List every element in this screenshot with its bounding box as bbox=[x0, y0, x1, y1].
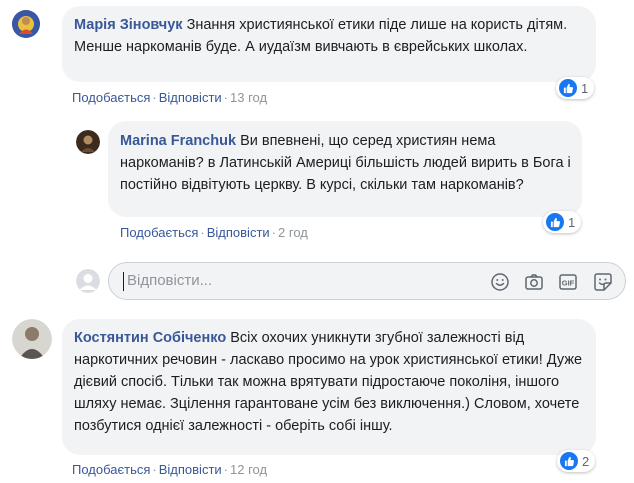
like-link[interactable]: Подобається bbox=[72, 90, 150, 105]
like-count-badge[interactable]: 1 bbox=[556, 77, 595, 99]
like-link[interactable]: Подобається bbox=[72, 462, 150, 477]
separator: · bbox=[152, 462, 157, 477]
svg-text:GIF: GIF bbox=[562, 279, 575, 288]
separator: · bbox=[152, 90, 157, 105]
like-link[interactable]: Подобається bbox=[120, 225, 198, 240]
separator: · bbox=[200, 225, 205, 240]
like-count: 2 bbox=[582, 453, 590, 469]
sticker-icon[interactable] bbox=[593, 272, 613, 292]
separator: · bbox=[271, 225, 277, 240]
timestamp[interactable]: 12 год bbox=[230, 462, 267, 477]
comment-bubble: Костянтин Собіченко Всіх охочих уникнути… bbox=[62, 319, 596, 455]
reply-input[interactable]: Відповісти... GIF bbox=[108, 262, 626, 300]
like-count: 1 bbox=[568, 214, 576, 230]
separator: · bbox=[223, 462, 229, 477]
current-user-avatar bbox=[76, 269, 100, 293]
comment-bubble: Marina Franchuk Ви впевнені, що серед хр… bbox=[108, 121, 582, 217]
comment-author[interactable]: Marina Franchuk bbox=[120, 133, 236, 149]
gif-icon[interactable]: GIF bbox=[558, 272, 578, 292]
comment-actions: Подобається · Відповісти · 12 год bbox=[72, 462, 267, 477]
like-count-badge[interactable]: 2 bbox=[557, 450, 596, 472]
reply-link[interactable]: Відповісти bbox=[207, 225, 270, 240]
like-count: 1 bbox=[581, 80, 589, 96]
avatar[interactable] bbox=[12, 319, 52, 359]
like-count-badge[interactable]: 1 bbox=[543, 211, 582, 233]
avatar[interactable] bbox=[76, 130, 100, 154]
comment-author[interactable]: Костянтин Собіченко bbox=[74, 330, 226, 346]
timestamp[interactable]: 2 год bbox=[278, 225, 308, 240]
thumbs-up-icon bbox=[560, 452, 578, 470]
text-cursor bbox=[123, 272, 124, 291]
camera-icon[interactable] bbox=[524, 272, 544, 292]
comment-actions: Подобається · Відповісти · 13 год bbox=[72, 90, 267, 105]
reply-link[interactable]: Відповісти bbox=[159, 462, 222, 477]
thumbs-up-icon bbox=[546, 213, 564, 231]
comment-actions: Подобається · Відповісти · 2 год bbox=[120, 225, 308, 240]
reply-link[interactable]: Відповісти bbox=[159, 90, 222, 105]
reply-placeholder: Відповісти... bbox=[127, 272, 213, 289]
emoji-icon[interactable] bbox=[490, 272, 510, 292]
comment-author[interactable]: Марія Зіновчук bbox=[74, 17, 183, 33]
comment-bubble: Марія Зіновчук Знання християнської етик… bbox=[62, 6, 596, 82]
separator: · bbox=[223, 90, 229, 105]
timestamp[interactable]: 13 год bbox=[230, 90, 267, 105]
avatar[interactable] bbox=[12, 10, 40, 38]
thumbs-up-icon bbox=[559, 79, 577, 97]
